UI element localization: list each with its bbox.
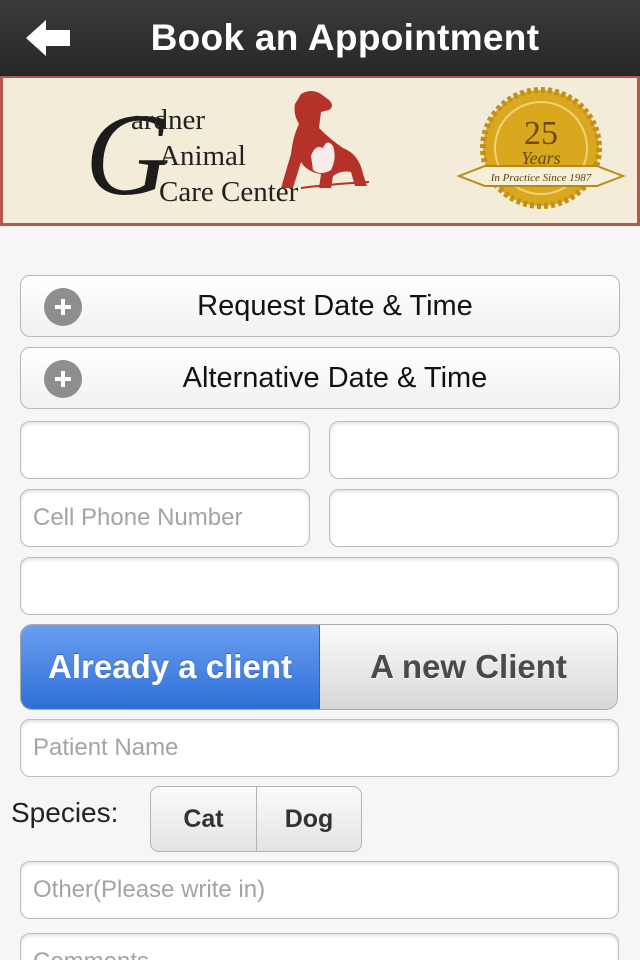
page-title: Book an Appointment — [150, 17, 540, 58]
appointment-form: Request Date & Time Alternative Date & T… — [0, 226, 640, 960]
last-name-field[interactable] — [329, 421, 619, 479]
request-date-time-button[interactable]: Request Date & Time — [20, 275, 620, 337]
dog-cat-logo-icon — [281, 91, 370, 189]
alternative-date-time-label: Alternative Date & Time — [182, 361, 488, 394]
species-dog-option[interactable]: Dog — [256, 787, 361, 851]
cell-phone-field[interactable] — [20, 489, 310, 547]
request-date-time-label: Request Date & Time — [197, 289, 473, 322]
back-arrow-icon — [26, 20, 70, 56]
species-cat-option[interactable]: Cat — [151, 787, 256, 851]
seal-ribbon: In Practice Since 1987 — [490, 172, 592, 184]
seal-years: Years — [521, 148, 560, 168]
comments-field[interactable] — [20, 933, 619, 960]
alternative-date-time-button[interactable]: Alternative Date & Time — [20, 347, 620, 409]
already-client-option[interactable]: Already a client — [21, 625, 320, 709]
other-species-field[interactable] — [20, 861, 619, 919]
logo-line-2: Animal — [159, 140, 246, 172]
new-client-option[interactable]: A new Client — [320, 625, 617, 709]
species-toggle: Cat Dog — [150, 786, 362, 852]
logo-line-1: ardner — [131, 104, 206, 136]
plus-circle-icon — [44, 288, 82, 326]
seal-number: 25 — [524, 115, 558, 152]
clinic-banner: G ardner Animal Care Center 25 Years In … — [0, 76, 640, 226]
nav-bar: Book an Appointment — [0, 0, 640, 76]
first-name-field[interactable] — [20, 421, 310, 479]
other-phone-field[interactable] — [329, 489, 619, 547]
patient-name-field[interactable] — [20, 719, 619, 777]
back-button[interactable] — [22, 16, 74, 60]
species-label: Species: — [11, 797, 119, 828]
client-type-toggle: Already a client A new Client — [20, 624, 618, 710]
anniversary-seal-icon: 25 Years In Practice Since 1987 — [456, 87, 626, 209]
email-field[interactable] — [20, 557, 619, 615]
plus-circle-icon — [44, 360, 82, 398]
